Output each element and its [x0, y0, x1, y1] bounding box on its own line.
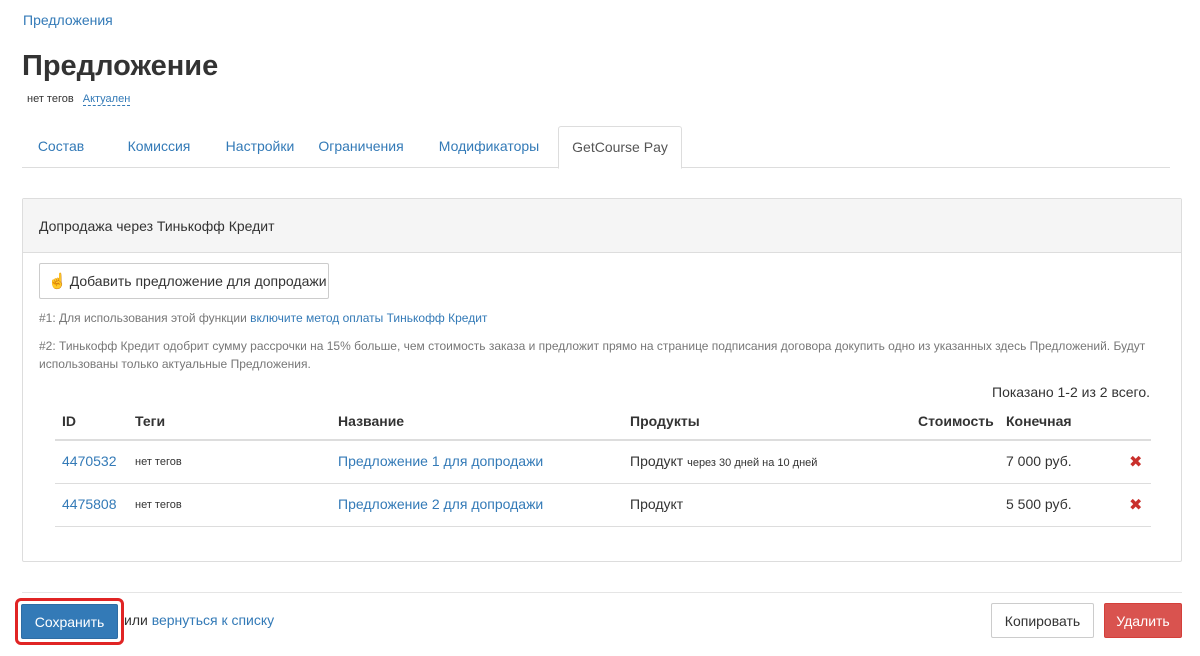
header-final: Конечная	[1006, 413, 1072, 429]
panel-heading: Допродажа через Тинькофф Кредит	[23, 199, 1181, 253]
delete-row-icon[interactable]: ✖	[1129, 495, 1142, 515]
header-name: Название	[338, 413, 405, 429]
add-upsell-offer-button[interactable]: ☝ Добавить предложение для допродажи	[39, 263, 329, 299]
hand-pointer-icon: ☝	[48, 273, 67, 290]
results-summary: Показано 1-2 из 2 всего.	[992, 384, 1150, 400]
header-cost: Стоимость	[918, 413, 994, 429]
upsell-panel: Допродажа через Тинькофф Кредит ☝ Добави…	[22, 198, 1182, 562]
or-label: или	[124, 612, 152, 628]
tab-commission[interactable]: Комиссия	[102, 126, 216, 168]
header-products: Продукты	[630, 413, 700, 429]
save-button[interactable]: Сохранить	[21, 604, 118, 639]
save-highlight: Сохранить	[15, 598, 124, 645]
tags-label: нет тегов	[27, 93, 74, 105]
row-product: Продукт	[630, 496, 683, 512]
table-row: 4470532 нет тегов Предложение 1 для допр…	[55, 441, 1151, 484]
copy-button[interactable]: Копировать	[991, 603, 1094, 638]
header-id: ID	[62, 413, 76, 429]
offer-name-link[interactable]: Предложение 2 для допродажи	[338, 496, 543, 512]
header-tags: Теги	[135, 413, 166, 429]
offer-name-link[interactable]: Предложение 1 для допродажи	[338, 453, 543, 469]
footer-divider	[22, 592, 1182, 593]
tab-modifiers[interactable]: Модификаторы	[422, 126, 556, 168]
note-2: #2: Тинькофф Кредит одобрит сумму рассро…	[39, 339, 1146, 371]
note-1: #1: Для использования этой функции включ…	[39, 309, 1149, 327]
breadcrumb-link[interactable]: Предложения	[23, 12, 113, 28]
enable-tinkoff-link[interactable]: включите метод оплаты Тинькофф Кредит	[250, 311, 487, 325]
delete-button[interactable]: Удалить	[1104, 603, 1182, 638]
row-tags: нет тегов	[135, 499, 182, 511]
status-toggle[interactable]: Актуален	[82, 93, 131, 106]
upsell-table: ID Теги Название Продукты Стоимость Коне…	[55, 405, 1151, 527]
tab-composition[interactable]: Состав	[22, 126, 100, 168]
back-to-list-link[interactable]: вернуться к списку	[152, 612, 274, 628]
table-row: 4475808 нет тегов Предложение 2 для допр…	[55, 484, 1151, 527]
offer-id-link[interactable]: 4475808	[62, 496, 117, 512]
note-1-text: #1: Для использования этой функции	[39, 311, 251, 325]
product-note: через 30 дней на 10 дней	[687, 457, 818, 469]
tab-getcourse-pay[interactable]: GetCourse Pay	[558, 126, 682, 169]
page-title: Предложение	[22, 50, 219, 82]
offer-meta: нет тегов Актуален	[27, 93, 131, 106]
row-final-price: 5 500 руб.	[1006, 496, 1072, 512]
product-name: Продукт	[630, 496, 684, 512]
row-tags: нет тегов	[135, 456, 182, 468]
product-name: Продукт	[630, 453, 684, 469]
row-product: Продукт через 30 дней на 10 дней	[630, 453, 817, 469]
tabs: Состав Комиссия Настройки Ограничения Мо…	[22, 126, 1170, 169]
back-text: или вернуться к списку	[124, 612, 274, 628]
table-header: ID Теги Название Продукты Стоимость Коне…	[55, 405, 1151, 441]
offer-id-link[interactable]: 4470532	[62, 453, 117, 469]
row-final-price: 7 000 руб.	[1006, 453, 1072, 469]
delete-row-icon[interactable]: ✖	[1129, 452, 1142, 472]
add-upsell-offer-label: Добавить предложение для допродажи	[69, 273, 327, 289]
tab-restrictions[interactable]: Ограничения	[300, 126, 422, 168]
